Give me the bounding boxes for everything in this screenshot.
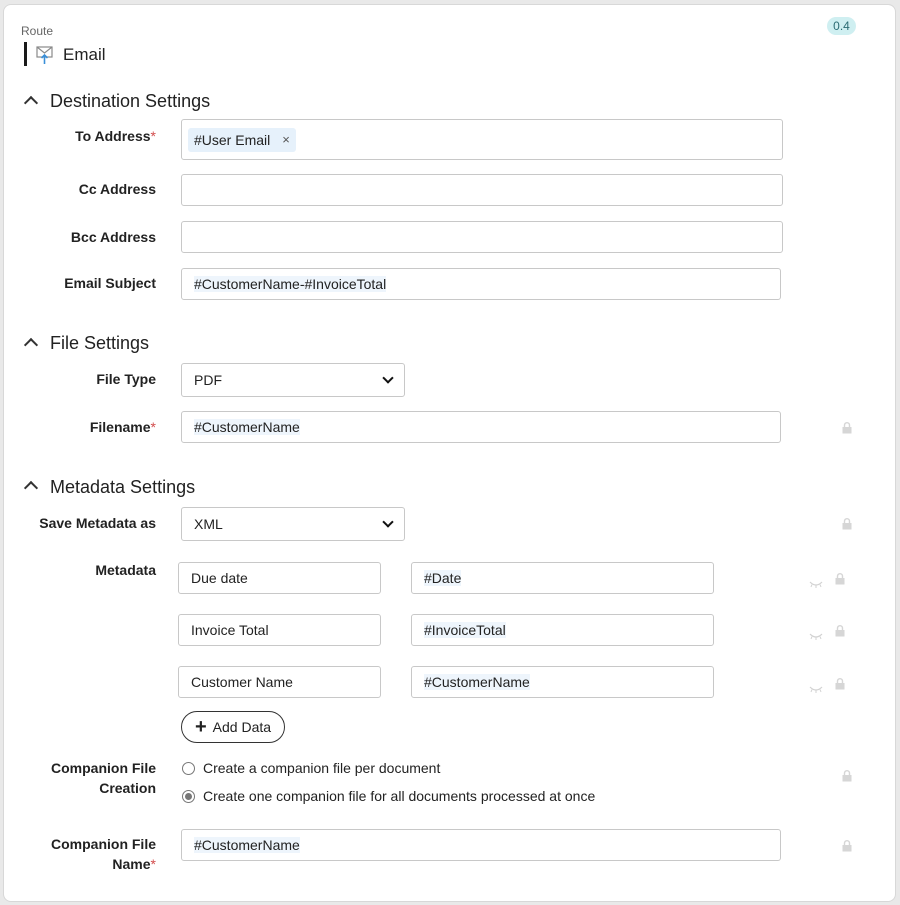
to-address-label: To Address* xyxy=(75,128,156,144)
recipient-chip: #User Email × xyxy=(188,127,296,152)
lock-icon[interactable] xyxy=(835,624,845,642)
recipient-chip-label: #User Email xyxy=(194,131,271,148)
email-send-icon xyxy=(34,44,56,66)
metadata-value: #InvoiceTotal xyxy=(424,622,506,638)
companion-file-name-input[interactable]: #CustomerName xyxy=(181,829,781,861)
file-type-label: File Type xyxy=(96,371,156,387)
companion-file-name-value: #CustomerName xyxy=(194,837,300,853)
route-name: Email xyxy=(63,45,106,64)
save-metadata-value: XML xyxy=(194,516,223,532)
add-data-button[interactable]: + Add Data xyxy=(181,711,285,743)
email-subject-value: #CustomerName-#InvoiceTotal xyxy=(194,276,387,292)
add-data-label: Add Data xyxy=(212,719,272,735)
lock-icon[interactable] xyxy=(842,839,852,857)
metadata-value-input[interactable]: #Date xyxy=(411,562,714,594)
metadata-key-input[interactable]: Invoice Total xyxy=(178,614,381,646)
metadata-value-input[interactable]: #CustomerName xyxy=(411,666,714,698)
radio-unselected[interactable] xyxy=(182,761,195,775)
companion-option-label: Create one companion file for all docume… xyxy=(203,788,596,804)
companion-file-name-label: Companion File Name* xyxy=(51,836,156,872)
metadata-value-input[interactable]: #InvoiceTotal xyxy=(411,614,714,646)
bcc-address-input[interactable] xyxy=(181,221,783,253)
metadata-key-input[interactable]: Due date xyxy=(178,562,381,594)
save-metadata-label: Save Metadata as xyxy=(39,515,156,531)
chevron-down-icon xyxy=(382,516,394,528)
cc-address-input[interactable] xyxy=(181,174,783,206)
route-label: Route xyxy=(21,24,54,38)
filename-value: #CustomerName xyxy=(194,419,300,435)
radio-selected[interactable] xyxy=(182,789,195,803)
to-address-field[interactable]: #User Email × xyxy=(181,119,783,160)
file-type-value: PDF xyxy=(194,372,222,388)
companion-option-per-document[interactable]: Create a companion file per document xyxy=(182,760,440,776)
metadata-value: #CustomerName xyxy=(424,674,530,690)
cc-address-label: Cc Address xyxy=(78,181,156,197)
eye-hidden-icon[interactable] xyxy=(809,680,823,698)
metadata-key-input[interactable]: Customer Name xyxy=(178,666,381,698)
lock-icon[interactable] xyxy=(842,421,852,439)
lock-icon[interactable] xyxy=(842,769,852,787)
email-subject-input[interactable]: #CustomerName-#InvoiceTotal xyxy=(181,268,781,300)
metadata-value: #Date xyxy=(424,570,462,586)
version-badge: 0.4 xyxy=(827,17,856,35)
lock-icon[interactable] xyxy=(835,572,845,590)
eye-hidden-icon[interactable] xyxy=(809,627,823,645)
close-icon[interactable]: × xyxy=(282,132,290,147)
route-accent-bar xyxy=(24,42,27,66)
lock-icon[interactable] xyxy=(842,517,852,535)
bcc-address-label: Bcc Address xyxy=(70,229,156,245)
destination-settings-title: Destination Settings xyxy=(50,91,211,111)
save-metadata-select[interactable]: XML xyxy=(181,507,405,541)
companion-file-creation-label: Companion File Creation xyxy=(51,760,156,796)
chevron-down-icon xyxy=(382,372,394,384)
companion-option-label: Create a companion file per document xyxy=(203,760,441,776)
metadata-label: Metadata xyxy=(95,562,156,578)
companion-option-all-documents[interactable]: Create one companion file for all docume… xyxy=(182,788,595,804)
filename-label: Filename* xyxy=(89,419,156,435)
email-subject-label: Email Subject xyxy=(64,275,156,291)
eye-hidden-icon[interactable] xyxy=(809,575,823,593)
metadata-settings-title: Metadata Settings xyxy=(50,477,196,497)
lock-icon[interactable] xyxy=(835,677,845,695)
plus-icon: + xyxy=(194,716,207,738)
file-settings-title: File Settings xyxy=(50,333,150,353)
file-type-select[interactable]: PDF xyxy=(181,363,405,397)
filename-input[interactable]: #CustomerName xyxy=(181,411,781,443)
